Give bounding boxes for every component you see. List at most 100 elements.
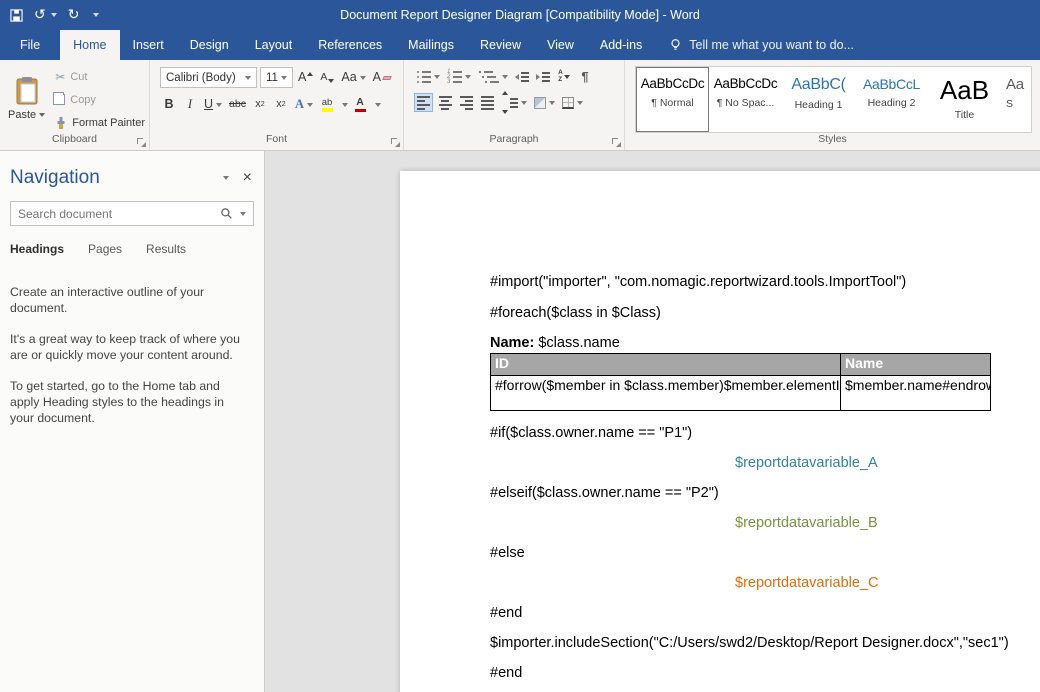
indent-icon	[536, 74, 540, 80]
search-options-dropdown[interactable]	[240, 212, 246, 216]
navigation-options-dropdown[interactable]	[223, 176, 229, 180]
cut-button[interactable]: ✂ Cut	[55, 68, 145, 85]
font-dialog-launcher[interactable]	[391, 138, 400, 147]
line-spacing-button[interactable]	[499, 93, 529, 112]
highlight-color-bar	[322, 108, 333, 112]
align-left-button[interactable]	[414, 93, 433, 112]
justify-button[interactable]	[478, 93, 496, 112]
quick-access-toolbar: ↺ ↻	[0, 8, 99, 22]
nav-tab-results[interactable]: Results	[146, 242, 186, 256]
doc-table-header-name[interactable]: Name	[841, 354, 991, 376]
strikethrough-button[interactable]: abc	[227, 95, 248, 114]
increase-indent-button[interactable]	[534, 67, 552, 86]
italic-button[interactable]: I	[181, 95, 199, 114]
justify-icon	[481, 96, 494, 110]
nav-tab-pages[interactable]: Pages	[88, 242, 122, 256]
document-page[interactable]: #import("importer", "com.nomagic.reportw…	[400, 171, 1040, 692]
tab-references[interactable]: References	[305, 30, 395, 60]
font-color-button[interactable]: A	[351, 95, 369, 114]
style-normal[interactable]: AaBbCcDc ¶ Normal	[636, 67, 709, 132]
numbering-button[interactable]	[445, 67, 473, 86]
decrease-indent-button[interactable]	[513, 67, 531, 86]
bullets-button[interactable]	[414, 67, 442, 86]
styles-group-label: Styles	[625, 133, 1040, 150]
tab-view[interactable]: View	[534, 30, 587, 60]
search-icon[interactable]	[217, 207, 236, 220]
style-no-spacing[interactable]: AaBbCcDc ¶ No Spac...	[709, 67, 782, 132]
format-painter-icon	[55, 117, 67, 129]
close-icon[interactable]: ×	[243, 170, 252, 186]
doc-line-else[interactable]: #else	[490, 544, 525, 563]
redo-button[interactable]: ↻	[68, 8, 80, 22]
document-area[interactable]: #import("importer", "com.nomagic.reportw…	[265, 151, 1040, 692]
tab-layout[interactable]: Layout	[242, 30, 306, 60]
style-heading1[interactable]: AaBbC( Heading 1	[782, 67, 855, 132]
clipboard-dialog-launcher[interactable]	[137, 138, 146, 147]
shrink-font-button[interactable]: A	[318, 68, 336, 87]
borders-button[interactable]	[560, 93, 585, 112]
doc-table-header-id[interactable]: ID	[491, 354, 841, 376]
navigation-pane-title: Navigation	[10, 167, 100, 189]
align-right-button[interactable]	[457, 93, 475, 112]
align-center-icon	[439, 96, 452, 110]
paste-button[interactable]: Paste	[4, 63, 49, 133]
doc-line-name[interactable]: Name: $class.name	[490, 334, 620, 353]
style-heading2[interactable]: AaBbCcL Heading 2	[855, 67, 928, 132]
tab-review[interactable]: Review	[467, 30, 534, 60]
tab-file[interactable]: File	[0, 30, 60, 60]
sort-button[interactable]: AZ	[555, 67, 573, 86]
doc-table-cell-name[interactable]: $member.name#endrow	[841, 376, 991, 411]
search-input[interactable]	[11, 207, 217, 221]
save-button[interactable]	[10, 9, 23, 22]
tab-insert[interactable]: Insert	[120, 30, 177, 60]
underline-button[interactable]: U	[202, 95, 224, 114]
show-hide-marks-button[interactable]: ¶	[576, 67, 594, 86]
multilevel-list-button[interactable]	[476, 67, 510, 86]
tab-design[interactable]: Design	[177, 30, 242, 60]
paragraph-dialog-launcher[interactable]	[612, 138, 621, 147]
doc-var-b[interactable]: $reportdatavariable_B	[735, 514, 878, 533]
subscript-button[interactable]: x2	[251, 95, 269, 114]
doc-line-if[interactable]: #if($class.owner.name == "P1")	[490, 424, 692, 443]
paste-icon	[14, 76, 40, 106]
style-title[interactable]: AaB Title	[928, 67, 1001, 132]
undo-button[interactable]: ↺	[34, 8, 57, 22]
doc-line-include[interactable]: $importer.includeSection("C:/Users/swd2/…	[490, 634, 1009, 653]
title-bar: Document Report Designer Diagram [Compat…	[0, 0, 1040, 30]
doc-table-cell-member[interactable]: #forrow($member in $class.member)$member…	[491, 376, 841, 411]
format-painter-button[interactable]: Format Painter	[55, 114, 145, 131]
tab-mailings[interactable]: Mailings	[395, 30, 467, 60]
search-box[interactable]	[10, 201, 254, 226]
shading-button[interactable]	[532, 93, 557, 112]
highlight-color-button[interactable]: ab	[318, 95, 336, 114]
tab-home[interactable]: Home	[60, 30, 119, 60]
copy-button[interactable]: Copy	[55, 91, 145, 108]
doc-table[interactable]: ID Name #forrow($member in $class.member…	[490, 353, 991, 411]
doc-line-import[interactable]: #import("importer", "com.nomagic.reportw…	[490, 273, 906, 292]
grow-font-button[interactable]: A	[296, 68, 315, 87]
doc-line-foreach[interactable]: #foreach($class in $Class)	[490, 304, 661, 323]
superscript-button[interactable]: x2	[272, 95, 290, 114]
doc-var-a[interactable]: $reportdatavariable_A	[735, 454, 878, 473]
multilevel-list-icon	[478, 71, 499, 83]
text-effects-button[interactable]: A	[293, 95, 315, 114]
bold-button[interactable]: B	[160, 95, 178, 114]
align-right-icon	[460, 96, 473, 110]
clear-formatting-button[interactable]: A	[371, 68, 393, 87]
shading-icon	[534, 97, 546, 109]
doc-line-end-2[interactable]: #end	[490, 664, 522, 683]
tab-addins[interactable]: Add-ins	[587, 30, 655, 60]
numbered-list-icon	[447, 71, 462, 83]
align-center-button[interactable]	[436, 93, 454, 112]
tell-me-box[interactable]: Tell me what you want to do...	[659, 30, 864, 60]
qat-customize-button[interactable]	[90, 13, 99, 17]
change-case-button[interactable]: Aa	[339, 68, 367, 87]
doc-var-c[interactable]: $reportdatavariable_C	[735, 574, 878, 593]
font-size-select[interactable]: 11	[260, 67, 293, 88]
doc-line-elseif[interactable]: #elseif($class.owner.name == "P2")	[490, 484, 719, 503]
style-subtitle[interactable]: Aa S	[1001, 67, 1031, 132]
nav-tab-headings[interactable]: Headings	[10, 242, 64, 256]
font-color-bar	[355, 109, 366, 113]
doc-line-end-1[interactable]: #end	[490, 604, 522, 623]
font-name-select[interactable]: Calibri (Body)	[160, 67, 257, 88]
